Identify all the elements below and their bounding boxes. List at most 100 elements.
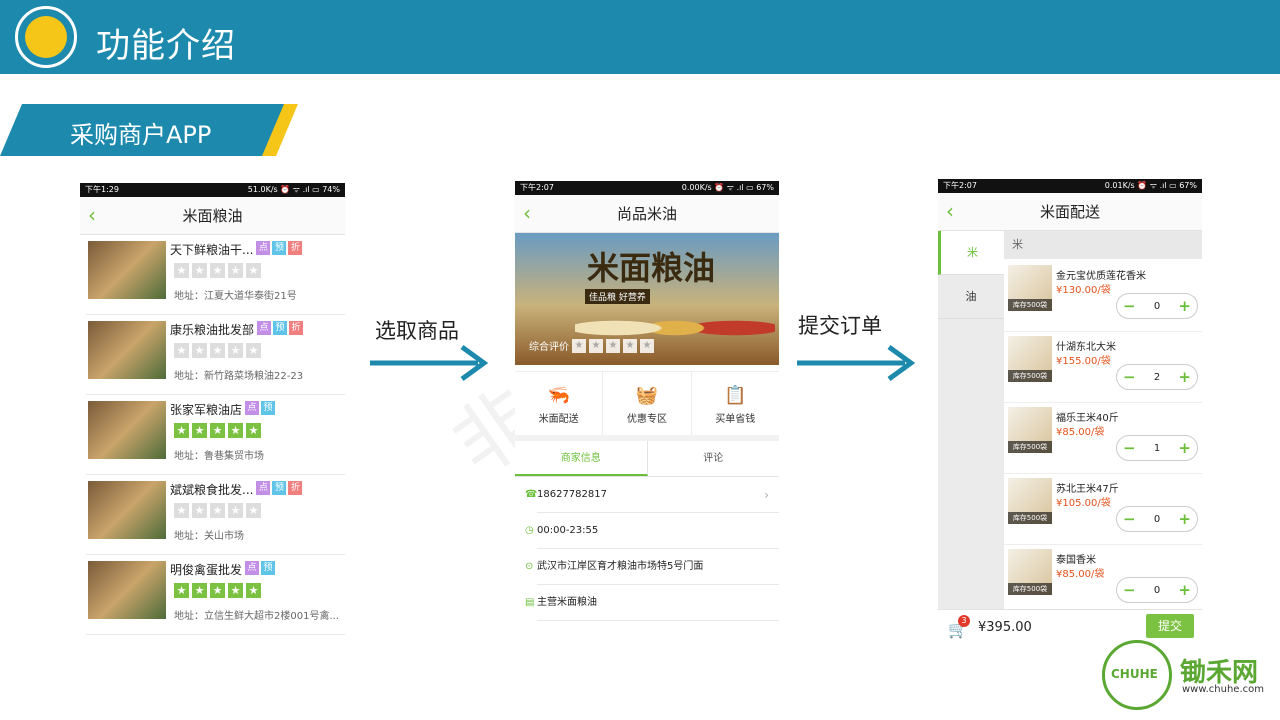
submit-button[interactable]: 提交 xyxy=(1146,614,1194,638)
plus-icon[interactable]: + xyxy=(1178,511,1191,527)
star-icon: ★ xyxy=(174,423,189,438)
store-photo xyxy=(88,241,166,299)
star-icon: ★ xyxy=(210,503,225,518)
store-rating: ★ ★ ★ ★ ★ xyxy=(174,423,261,438)
store-badge: 预 xyxy=(273,321,288,335)
quantity-value: 2 xyxy=(1153,371,1161,383)
star-icon: ★ xyxy=(246,423,261,438)
store-badges: 点预 xyxy=(245,561,276,575)
quantity-value: 0 xyxy=(1153,584,1161,596)
quantity-stepper: − 0 + xyxy=(1116,506,1198,532)
star-icon: ★ xyxy=(192,423,207,438)
product-price: ¥105.00/袋 xyxy=(1056,498,1111,509)
minus-icon[interactable]: − xyxy=(1123,298,1136,314)
store-list: 天下鲜粮油干... 点预折 ★ ★ ★ ★ ★ 地址：江夏大道华泰街21号 康乐粮油批发部点预折… xyxy=(80,235,345,635)
store-badge: 点 xyxy=(257,321,272,335)
star-icon: ★ xyxy=(192,583,207,598)
status-bar: 下午2:07 0.01K/s ⏰ ᯤ .ıl ▭ 67% xyxy=(938,179,1202,193)
tab-reviews[interactable]: 评论 xyxy=(648,441,780,476)
product-price: ¥155.00/袋 xyxy=(1056,356,1111,367)
product-stock: 库存500袋 xyxy=(1008,370,1052,382)
phone-order: 下午2:07 0.01K/s ⏰ ᯤ .ıl ▭ 67% ‹ 米面配送 米 油 … xyxy=(938,179,1202,645)
star-icon: ★ xyxy=(174,583,189,598)
star-icon: ★ xyxy=(228,343,243,358)
store-rating: ★ ★ ★ ★ ★ xyxy=(174,503,261,518)
store-rating: ★ ★ ★ ★ ★ xyxy=(174,583,261,598)
tab-store-info[interactable]: 商家信息 xyxy=(515,441,648,476)
app-bar: ‹ 尚品米油 xyxy=(515,195,779,233)
back-icon[interactable]: ‹ xyxy=(88,205,96,225)
store-row[interactable]: 天下鲜粮油干... 点预折 ★ ★ ★ ★ ★ 地址：江夏大道华泰街21号 xyxy=(86,235,345,315)
store-badge: 预 xyxy=(272,241,287,255)
store-rating: ★ ★ ★ ★ ★ xyxy=(174,343,261,358)
minus-icon[interactable]: − xyxy=(1123,511,1136,527)
product-stock: 库存500袋 xyxy=(1008,583,1052,595)
store-badge: 点 xyxy=(245,401,260,415)
minus-icon[interactable]: − xyxy=(1123,369,1136,385)
star-icon: ★ xyxy=(192,343,207,358)
back-icon[interactable]: ‹ xyxy=(523,203,531,223)
chevron-right-icon: › xyxy=(764,488,769,502)
back-icon[interactable]: ‹ xyxy=(946,201,954,221)
quantity-stepper: − 2 + xyxy=(1116,364,1198,390)
location-icon: ⊙ xyxy=(525,561,534,572)
product-stock: 库存500袋 xyxy=(1008,441,1052,453)
product-stock: 库存500袋 xyxy=(1008,512,1052,524)
store-banner: 米面粮油 佳品粮 好营养 综合评价 ★ ★ ★ ★ ★ xyxy=(515,233,779,365)
plus-icon[interactable]: + xyxy=(1178,440,1191,456)
store-badges: 点预折 xyxy=(257,321,304,335)
plus-icon[interactable]: + xyxy=(1178,298,1191,314)
phone-icon: ☎ xyxy=(525,489,538,500)
star-icon: ★ xyxy=(192,263,207,278)
quick-item-pay[interactable]: 📋 买单省钱 xyxy=(692,372,779,435)
store-badge: 折 xyxy=(288,481,303,495)
info-address: ⊙ 武汉市江岸区育才粮油市场特5号门面 xyxy=(525,549,779,585)
screen-title: 米面配送 xyxy=(1039,203,1100,221)
store-address: 地址：关山市场 xyxy=(174,531,244,542)
category-rice[interactable]: 米 xyxy=(938,231,1004,275)
quick-item-delivery[interactable]: 🦐 米面配送 xyxy=(515,372,604,435)
section-banner: 采购商户APP xyxy=(0,104,300,156)
phone-store-detail: 下午2:07 0.00K/s ⏰ ᯤ .ıl ▭ 67% ‹ 尚品米油 米面粮油… xyxy=(515,181,779,627)
basket-icon: 🧺 xyxy=(635,385,659,406)
quantity-value: 0 xyxy=(1153,300,1161,312)
store-name: 天下鲜粮油干... 点预折 xyxy=(170,241,303,258)
step-label-submit: 提交订单 xyxy=(798,314,882,338)
quantity-value: 1 xyxy=(1153,442,1161,454)
minus-icon[interactable]: − xyxy=(1123,582,1136,598)
app-bar: ‹ 米面配送 xyxy=(938,193,1202,231)
store-row[interactable]: 张家军粮油店点预 ★ ★ ★ ★ ★ 地址：鲁巷集贸市场 xyxy=(86,395,345,475)
product-row: 库存500袋 什湖东北大米 ¥155.00/袋 − 2 + xyxy=(1004,332,1202,403)
clock-icon: ◷ xyxy=(525,525,534,536)
screen-title: 尚品米油 xyxy=(616,205,677,223)
store-name: 明俊禽蛋批发点预 xyxy=(170,561,276,578)
store-row[interactable]: 明俊禽蛋批发点预 ★ ★ ★ ★ ★ 地址：立信生鲜大超市2楼001号禽... xyxy=(86,555,345,635)
product-name: 福乐王米40斤 xyxy=(1056,413,1119,424)
plus-icon[interactable]: + xyxy=(1178,582,1191,598)
info-phone[interactable]: ☎ 18627782817 › xyxy=(525,477,779,513)
store-badge: 点 xyxy=(245,561,260,575)
store-photo xyxy=(88,481,166,539)
quantity-stepper: − 0 + xyxy=(1116,293,1198,319)
banner-subtitle: 佳品粮 好营养 xyxy=(585,289,650,304)
product-name: 什湖东北大米 xyxy=(1056,342,1116,353)
star-icon: ★ xyxy=(589,338,603,353)
info-hours: ◷ 00:00-23:55 xyxy=(525,513,779,549)
product-row: 库存500袋 福乐王米40斤 ¥85.00/袋 − 1 + xyxy=(1004,403,1202,474)
store-row[interactable]: 康乐粮油批发部点预折 ★ ★ ★ ★ ★ 地址：新竹路菜场粮油22-23 xyxy=(86,315,345,395)
product-row: 库存500袋 泰国香米 ¥85.00/袋 − 0 + xyxy=(1004,545,1202,616)
cart-bar: 🛒 3 ¥395.00 提交 xyxy=(938,609,1202,645)
star-icon: ★ xyxy=(174,263,189,278)
minus-icon[interactable]: − xyxy=(1123,440,1136,456)
quick-item-discount[interactable]: 🧺 优惠专区 xyxy=(603,372,692,435)
plus-icon[interactable]: + xyxy=(1178,369,1191,385)
store-address: 地址：立信生鲜大超市2楼001号禽... xyxy=(174,611,339,622)
store-name: 康乐粮油批发部点预折 xyxy=(170,321,304,338)
detail-tabs: 商家信息 评论 xyxy=(515,441,779,477)
category-oil[interactable]: 油 xyxy=(938,275,1004,319)
store-address: 地址：江夏大道华泰街21号 xyxy=(174,291,297,302)
store-row[interactable]: 斌斌粮食批发... 点预折 ★ ★ ★ ★ ★ 地址：关山市场 xyxy=(86,475,345,555)
star-icon: ★ xyxy=(246,263,261,278)
star-icon: ★ xyxy=(640,338,654,353)
product-name: 苏北王米47斤 xyxy=(1056,484,1119,495)
